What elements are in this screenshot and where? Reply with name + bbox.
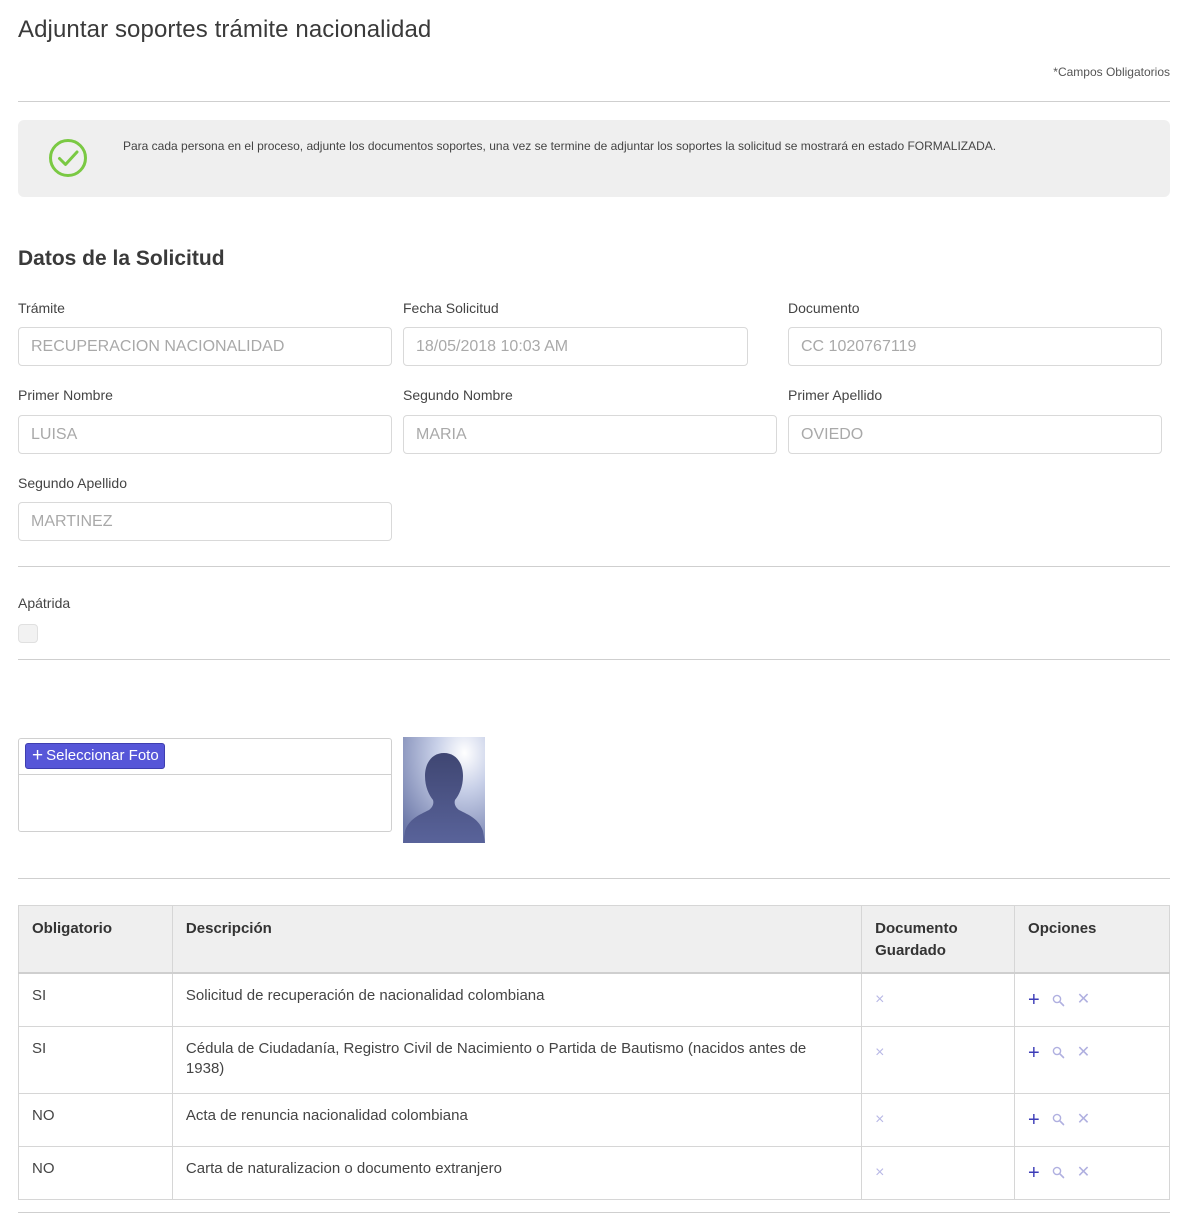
divider — [18, 566, 1170, 567]
cell-descripcion: Acta de renuncia nacionalidad colombiana — [171, 1092, 863, 1147]
add-icon[interactable]: + — [1028, 1110, 1040, 1130]
close-icon[interactable]: ✕ — [1077, 1043, 1090, 1063]
primer-apellido-label: Primer Apellido — [788, 387, 883, 403]
photo-upload[interactable]: + Seleccionar Foto — [18, 738, 392, 832]
header-documento-guardado: Documento Guardado — [861, 905, 1016, 974]
cell-descripcion: Solicitud de recuperación de nacionalida… — [171, 972, 863, 1027]
header-descripcion: Descripción — [171, 905, 863, 974]
search-icon[interactable] — [1052, 994, 1065, 1007]
page-title: Adjuntar soportes trámite nacionalidad — [18, 16, 432, 43]
info-text: Para cada persona en el proceso, adjunte… — [123, 139, 997, 153]
table-row: NO Carta de naturalizacion o documento e… — [18, 1145, 1170, 1200]
cell-descripcion: Carta de naturalizacion o documento extr… — [171, 1145, 863, 1200]
upload-toolbar: + Seleccionar Foto — [19, 739, 391, 775]
divider — [18, 659, 1170, 660]
apatrida-checkbox[interactable] — [18, 624, 38, 643]
divider — [18, 878, 1170, 879]
not-saved-icon: × — [875, 1043, 885, 1061]
segundo-nombre-field[interactable]: MARIA — [403, 415, 777, 454]
apatrida-label: Apátrida — [18, 595, 71, 611]
cell-obligatorio: NO — [18, 1092, 173, 1147]
fecha-solicitud-field[interactable]: 18/05/2018 10:03 AM — [403, 327, 748, 366]
add-icon[interactable]: + — [1028, 1043, 1040, 1063]
select-photo-button[interactable]: + Seleccionar Foto — [25, 743, 165, 769]
search-icon[interactable] — [1052, 1046, 1065, 1059]
cell-obligatorio: NO — [18, 1145, 173, 1200]
documents-table: Obligatorio Descripción Documento Guarda… — [18, 905, 1170, 1200]
tramite-label: Trámite — [18, 300, 65, 316]
documento-label: Documento — [788, 300, 860, 316]
table-row: SI Cédula de Ciudadanía, Registro Civil … — [18, 1025, 1170, 1094]
table-header-row: Obligatorio Descripción Documento Guarda… — [18, 905, 1170, 974]
cell-obligatorio: SI — [18, 972, 173, 1027]
add-icon[interactable]: + — [1028, 990, 1040, 1010]
documento-field[interactable]: CC 1020767119 — [788, 327, 1162, 366]
not-saved-icon: × — [875, 1110, 885, 1128]
divider — [18, 1212, 1170, 1213]
divider — [18, 101, 1170, 102]
info-alert: Para cada persona en el proceso, adjunte… — [18, 120, 1170, 197]
search-icon[interactable] — [1052, 1166, 1065, 1179]
close-icon[interactable]: ✕ — [1077, 990, 1090, 1010]
search-icon[interactable] — [1052, 1113, 1065, 1126]
table-row: SI Solicitud de recuperación de nacional… — [18, 972, 1170, 1027]
segundo-nombre-label: Segundo Nombre — [403, 387, 513, 403]
close-icon[interactable]: ✕ — [1077, 1110, 1090, 1130]
close-icon[interactable]: ✕ — [1077, 1163, 1090, 1183]
cell-obligatorio: SI — [18, 1025, 173, 1094]
primer-nombre-label: Primer Nombre — [18, 387, 113, 403]
select-photo-label: Seleccionar Foto — [46, 747, 159, 764]
header-obligatorio: Obligatorio — [18, 905, 173, 974]
section-title: Datos de la Solicitud — [18, 247, 225, 270]
person-silhouette-icon — [403, 737, 485, 843]
required-fields-note: *Campos Obligatorios — [1053, 65, 1170, 79]
not-saved-icon: × — [875, 1163, 885, 1181]
header-opciones: Opciones — [1014, 905, 1170, 974]
check-circle-icon — [49, 139, 87, 177]
primer-apellido-field[interactable]: OVIEDO — [788, 415, 1162, 454]
not-saved-icon: × — [875, 991, 885, 1008]
segundo-apellido-label: Segundo Apellido — [18, 475, 127, 491]
cell-descripcion: Cédula de Ciudadanía, Registro Civil de … — [171, 1025, 863, 1094]
fecha-solicitud-label: Fecha Solicitud — [403, 300, 499, 316]
table-row: NO Acta de renuncia nacionalidad colombi… — [18, 1092, 1170, 1147]
segundo-apellido-field[interactable]: MARTINEZ — [18, 502, 392, 541]
add-icon[interactable]: + — [1028, 1163, 1040, 1183]
tramite-field[interactable]: RECUPERACION NACIONALIDAD — [18, 327, 392, 366]
plus-icon: + — [32, 745, 44, 766]
primer-nombre-field[interactable]: LUISA — [18, 415, 392, 454]
